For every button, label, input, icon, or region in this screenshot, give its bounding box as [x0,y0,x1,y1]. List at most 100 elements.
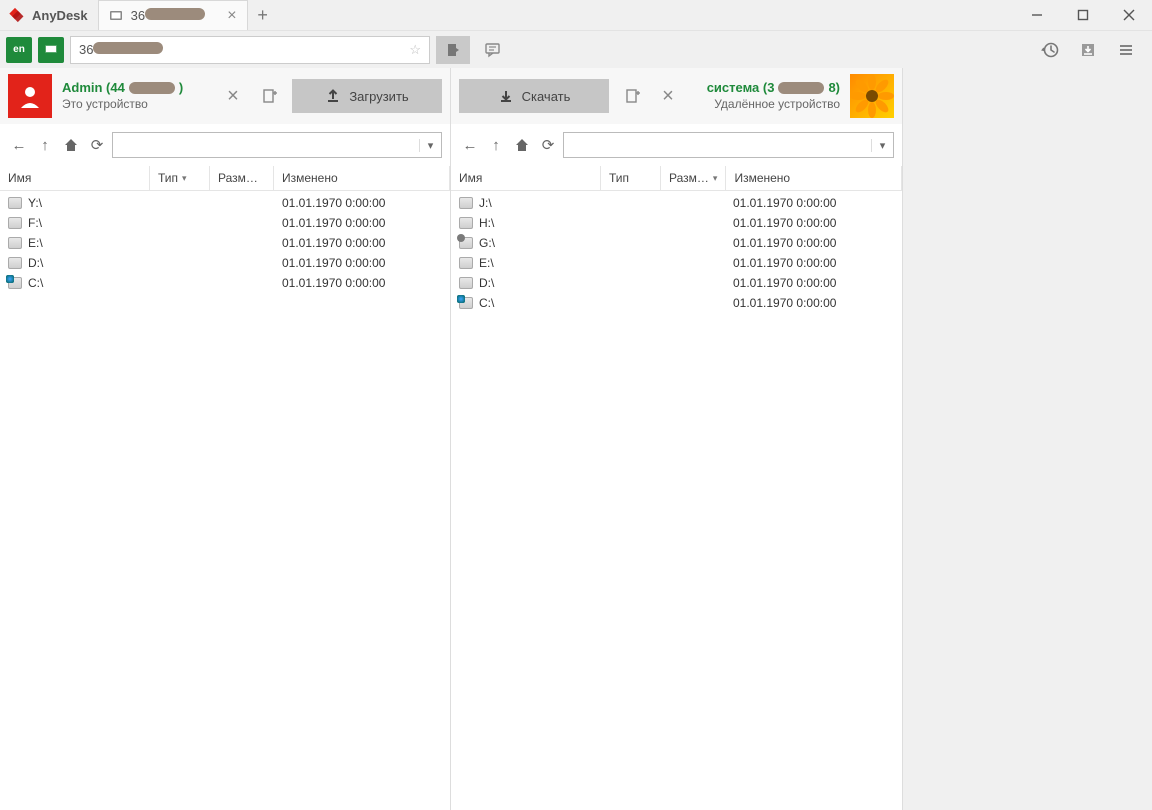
install-icon[interactable] [1076,38,1100,62]
drive-icon [8,277,22,289]
drive-row[interactable]: H:\01.01.1970 0:00:00 [451,213,902,233]
drive-name: C:\ [479,296,494,310]
local-device-title: Admin (44) [62,80,183,97]
drive-row[interactable]: F:\ 01.01.1970 0:00:00 [0,213,450,233]
col-modified[interactable]: Изменено [274,166,450,190]
up-icon[interactable]: ↑ [34,134,56,156]
new-folder-remote-icon[interactable] [619,83,645,109]
file-panels: Имя Тип▾ Разм… Изменено Y:\01.01.1970 0:… [0,166,1152,810]
drive-name: E:\ [28,236,43,250]
toolbar: en 36 ☆ [0,30,1152,68]
remote-device-title: система (38) [707,80,840,97]
download-icon [498,88,514,104]
anydesk-logo-icon [0,0,30,30]
sort-indicator-icon: ▾ [182,173,187,184]
drive-modified: 01.01.1970 0:00:00 [274,236,450,250]
drive-icon [8,217,22,229]
drive-modified: 01.01.1970 0:00:00 [725,216,902,230]
drive-icon [459,217,473,229]
drive-row[interactable]: E:\ 01.01.1970 0:00:00 [0,233,450,253]
redacted-text [145,8,205,20]
drive-row[interactable]: J:\ 01.01.1970 0:00:00 [451,193,902,213]
drive-icon [8,197,22,209]
drive-name: C:\ [28,276,43,290]
favorite-icon[interactable]: ☆ [409,42,421,58]
drive-name: D:\ [28,256,43,270]
refresh-icon[interactable]: ⟳ [537,134,559,156]
session-tab-icon [109,9,123,23]
remote-device-subtitle: Удалённое устройство [707,97,840,113]
drive-name: J:\ [479,196,492,210]
monitor-indicator-icon[interactable] [38,37,64,63]
home-icon[interactable] [60,134,82,156]
up-icon[interactable]: ↑ [485,134,507,156]
drive-name: Y:\ [28,196,42,210]
col-size[interactable]: Разм…▾ [661,166,726,190]
session-tab-title: 36 [131,8,220,23]
sort-indicator-icon: ▾ [713,173,718,184]
drive-modified: 01.01.1970 0:00:00 [725,236,902,250]
toolbar-right [1038,38,1146,62]
lang-indicator-icon[interactable]: en [6,37,32,63]
drive-icon [459,277,473,289]
drive-name: G:\ [479,236,495,250]
chevron-down-icon[interactable]: ▾ [871,139,893,152]
minimize-button[interactable] [1014,0,1060,30]
new-tab-button[interactable]: + [248,0,278,30]
session-tab[interactable]: 36 × [98,0,248,30]
upload-button[interactable]: Загрузить [292,79,442,113]
col-size[interactable]: Разм… [210,166,274,190]
window-controls [1014,0,1152,30]
download-button[interactable]: Скачать [459,79,609,113]
remote-path-input[interactable]: ▾ [563,132,894,158]
drive-row[interactable]: C:\01.01.1970 0:00:00 [451,293,902,313]
app-name: AnyDesk [30,0,94,30]
chat-icon[interactable] [476,36,510,64]
local-device-subtitle: Это устройство [62,97,183,113]
drive-icon [8,257,22,269]
drive-row[interactable]: C:\ 01.01.1970 0:00:00 [0,273,450,293]
col-type[interactable]: Тип [601,166,661,190]
drive-row[interactable]: D:\ 01.01.1970 0:00:00 [0,253,450,273]
drive-row[interactable]: Y:\01.01.1970 0:00:00 [0,193,450,213]
redacted-text [778,82,824,94]
drive-icon [459,257,473,269]
close-tab-icon[interactable]: × [227,8,236,24]
col-name[interactable]: Имя [0,166,150,190]
drive-modified: 01.01.1970 0:00:00 [274,276,450,290]
home-icon[interactable] [511,134,533,156]
file-transfer-icon[interactable] [436,36,470,64]
drive-icon [459,237,473,249]
drive-modified: 01.01.1970 0:00:00 [274,256,450,270]
back-icon[interactable]: ← [8,134,30,156]
address-input[interactable]: 36 ☆ [70,36,430,64]
nav-rows: ← ↑ ⟳ ▾ ← ↑ ⟳ ▾ [0,124,1152,166]
menu-icon[interactable] [1114,38,1138,62]
local-path-input[interactable]: ▾ [112,132,442,158]
new-folder-local-icon[interactable] [256,83,282,109]
maximize-button[interactable] [1060,0,1106,30]
col-name[interactable]: Имя [451,166,601,190]
drive-icon [8,237,22,249]
drive-name: D:\ [479,276,494,290]
remote-avatar-icon [850,74,894,118]
drive-row[interactable]: G:\ 01.01.1970 0:00:00 [451,233,902,253]
refresh-icon[interactable]: ⟳ [86,134,108,156]
drive-modified: 01.01.1970 0:00:00 [274,216,450,230]
back-icon[interactable]: ← [459,134,481,156]
history-icon[interactable] [1038,38,1062,62]
drive-modified: 01.01.1970 0:00:00 [725,196,902,210]
col-modified[interactable]: Изменено [726,166,902,190]
drive-row[interactable]: E:\01.01.1970 0:00:00 [451,253,902,273]
close-window-button[interactable] [1106,0,1152,30]
drive-name: F:\ [28,216,42,230]
titlebar: AnyDesk 36 × + [0,0,1152,30]
close-remote-panel-icon[interactable]: × [655,83,681,109]
remote-file-panel: Имя Тип Разм…▾ Изменено J:\ 01.01.1970 0:… [451,166,902,810]
drive-modified: 01.01.1970 0:00:00 [725,256,902,270]
col-type[interactable]: Тип▾ [150,166,210,190]
close-local-panel-icon[interactable]: × [220,83,246,109]
drive-row[interactable]: D:\01.01.1970 0:00:00 [451,273,902,293]
local-device-header: Admin (44) Это устройство × Загрузить [0,68,451,124]
chevron-down-icon[interactable]: ▾ [419,139,441,152]
